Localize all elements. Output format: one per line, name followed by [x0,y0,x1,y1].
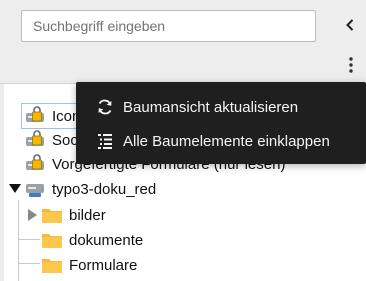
folder-icon [41,229,63,251]
folder-icon [41,254,63,276]
tree-node-bilder[interactable]: bilder [41,203,106,227]
tree-guide-line [18,200,19,281]
search-input[interactable] [21,10,316,42]
tree-context-menu: Baumansicht aktualisieren Alle Baumeleme… [76,82,366,164]
caret-down-icon [9,184,21,193]
tree-node-typo3-doku-red[interactable]: typo3-doku_red [24,177,156,201]
tree-node-dokumente[interactable]: dokumente [41,228,143,252]
folder-icon [41,204,63,226]
tree-guide-line [18,239,40,240]
locked-storage-icon [24,153,46,175]
locked-storage-icon [24,129,46,151]
tree-node-label: bilder [69,206,106,224]
tree-node-label: Formulare [69,256,138,274]
tree-node-formulare[interactable]: Formulare [41,253,137,277]
tree-node-label: dokumente [69,231,144,249]
collapse-panel-button[interactable] [339,12,361,38]
menu-item-label: Alle Baumelemente einklappen [123,132,330,150]
tree-guide-line [18,263,40,264]
locked-storage-icon [24,105,46,127]
caret-right-icon [27,209,37,221]
tree-menu-button[interactable] [340,52,362,78]
tree-toolbar [0,0,366,84]
kebab-menu-icon [349,57,353,73]
menu-item-collapse-all[interactable]: Alle Baumelemente einklappen [94,128,330,154]
chevron-left-icon [346,19,354,31]
tree-node-label: typo3-doku_red [52,180,157,198]
storage-icon [24,178,46,200]
menu-item-refresh-tree[interactable]: Baumansicht aktualisieren [94,94,298,120]
menu-item-label: Baumansicht aktualisieren [123,98,299,116]
expand-toggle[interactable] [8,182,22,196]
collapse-tree-icon [94,130,116,152]
expand-toggle[interactable] [25,208,39,222]
refresh-icon [94,96,116,118]
